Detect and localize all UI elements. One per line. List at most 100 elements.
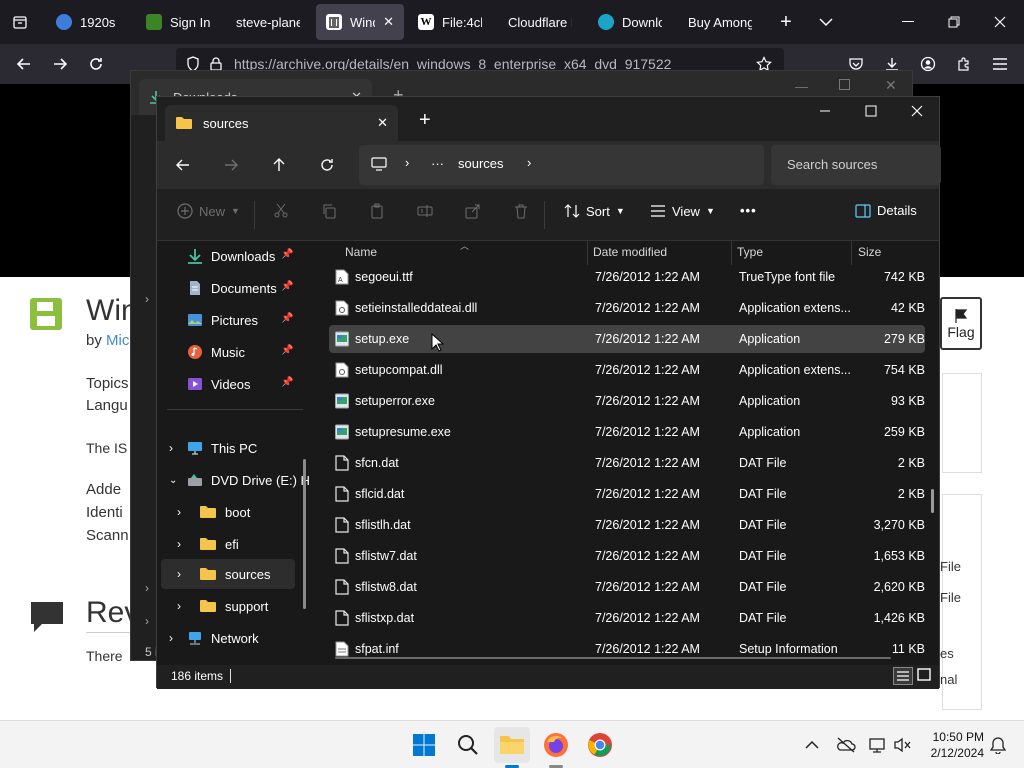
chevron-right-icon[interactable]: ›: [177, 505, 191, 519]
close-tab-icon[interactable]: ✕: [383, 14, 394, 30]
nav-item-network[interactable]: › Network: [169, 623, 315, 653]
refresh-icon[interactable]: [319, 157, 335, 173]
expand-chevron-icon[interactable]: ›: [145, 292, 149, 306]
clock[interactable]: 10:50 PM 2/12/2024: [920, 729, 984, 761]
column-header-name[interactable]: Name: [345, 245, 377, 259]
new-button[interactable]: New ▼: [177, 203, 240, 219]
column-separator[interactable]: [587, 241, 588, 265]
close-tab-icon[interactable]: ✕: [377, 115, 388, 131]
nav-item-documents[interactable]: Documents: [187, 273, 315, 303]
file-row[interactable]: setieinstalleddateai.dll 7/26/2012 1:22 A…: [329, 294, 925, 322]
chevron-right-icon[interactable]: ›: [177, 567, 191, 581]
file-link[interactable]: File: [940, 590, 961, 605]
browser-tab[interactable]: Buy Among: [678, 4, 762, 40]
paste-button[interactable]: [369, 203, 385, 219]
file-explorer-taskbar-button[interactable]: [494, 727, 530, 763]
new-tab-plus-icon[interactable]: +: [774, 10, 798, 34]
chevron-right-icon[interactable]: ›: [177, 537, 191, 551]
breadcrumb-overflow[interactable]: ···: [431, 156, 444, 171]
minimize-icon[interactable]: [896, 10, 920, 34]
copy-button[interactable]: [321, 203, 337, 219]
chevron-down-icon[interactable]: ⌄: [169, 475, 179, 486]
sort-button[interactable]: Sort ▼: [564, 203, 625, 219]
file-row[interactable]: Asegoeui.ttf 7/26/2012 1:22 AM TrueType fo…: [329, 263, 925, 291]
reload-icon[interactable]: [84, 52, 108, 76]
pin-icon[interactable]: 📌: [281, 345, 293, 356]
minimize-icon[interactable]: [819, 105, 831, 117]
close-window-icon[interactable]: ✕: [885, 77, 897, 94]
back-arrow-icon[interactable]: [175, 157, 191, 173]
list-all-tabs-chevron-icon[interactable]: [814, 10, 838, 34]
onedrive-offline-icon[interactable]: [830, 727, 862, 763]
close-window-icon[interactable]: [988, 10, 1012, 34]
explorer-tab-sources[interactable]: sources ✕: [165, 105, 398, 141]
rename-button[interactable]: [417, 203, 433, 219]
restore-icon[interactable]: [942, 10, 966, 34]
volume-muted-icon[interactable]: [888, 727, 916, 763]
pin-icon[interactable]: 📌: [281, 377, 293, 388]
file-row[interactable]: sflcid.dat 7/26/2012 1:22 AM DAT File 2 KB: [329, 480, 925, 508]
search-button[interactable]: [450, 727, 486, 763]
column-header-size[interactable]: Size: [858, 245, 881, 259]
column-separator[interactable]: [851, 241, 852, 265]
tab-manager-icon[interactable]: [8, 10, 32, 34]
file-list-scrollbar[interactable]: [931, 489, 934, 513]
share-button[interactable]: [465, 203, 481, 219]
file-link[interactable]: File: [940, 559, 961, 574]
file-row[interactable]: setupcompat.dll 7/26/2012 1:22 AM Applicat…: [329, 356, 925, 384]
details-pane-button[interactable]: Details: [855, 203, 917, 218]
maximize-icon[interactable]: [865, 105, 877, 117]
browser-tab[interactable]: Sign In d: [136, 4, 220, 40]
view-button[interactable]: View ▼: [650, 203, 715, 219]
details-view-toggle[interactable]: [893, 667, 913, 685]
search-input[interactable]: Search sources: [771, 145, 941, 185]
browser-tab[interactable]: 1920s Ro: [46, 4, 130, 40]
chrome-taskbar-button[interactable]: [582, 727, 618, 763]
breadcrumb-chevron-icon[interactable]: ›: [527, 155, 531, 170]
file-row[interactable]: sflistw8.dat 7/26/2012 1:22 AM DAT File 2,6…: [329, 573, 925, 601]
browser-tab[interactable]: W File:4cha: [408, 4, 492, 40]
extensions-icon[interactable]: [952, 52, 976, 76]
breadcrumb[interactable]: › ··· sources ›: [359, 145, 764, 185]
flag-button[interactable]: Flag: [940, 297, 982, 350]
more-options-button[interactable]: •••: [740, 203, 757, 218]
author-link[interactable]: Mic: [106, 332, 129, 349]
delete-button[interactable]: [513, 203, 529, 219]
minimize-icon[interactable]: —: [795, 79, 808, 94]
expand-chevron-icon[interactable]: ›: [145, 614, 149, 628]
account-icon[interactable]: [916, 52, 940, 76]
chevron-right-icon[interactable]: ›: [177, 599, 191, 613]
forward-arrow-icon[interactable]: [223, 157, 239, 173]
chevron-right-icon[interactable]: ›: [169, 631, 179, 645]
file-row[interactable]: sflistw7.dat 7/26/2012 1:22 AM DAT File 1,6…: [329, 542, 925, 570]
firefox-taskbar-button[interactable]: [538, 727, 574, 763]
column-header-date[interactable]: Date modified: [593, 245, 667, 259]
start-button[interactable]: [406, 727, 442, 763]
file-row[interactable]: setup.exe 7/26/2012 1:22 AM Application 279…: [329, 325, 925, 353]
browser-tab-active[interactable]: Windo ✕: [316, 4, 404, 40]
forward-arrow-icon[interactable]: [48, 52, 72, 76]
file-row[interactable]: setuperror.exe 7/26/2012 1:22 AM Applicati…: [329, 387, 925, 415]
file-row[interactable]: sflistxp.dat 7/26/2012 1:22 AM DAT File 1,4…: [329, 604, 925, 632]
large-icons-view-toggle[interactable]: [915, 667, 935, 685]
nav-item-videos[interactable]: Videos: [187, 369, 315, 399]
computer-icon[interactable]: [371, 157, 387, 171]
pin-icon[interactable]: 📌: [281, 281, 293, 292]
close-window-icon[interactable]: [911, 105, 923, 117]
file-row[interactable]: setupresume.exe 7/26/2012 1:22 AM Applicat…: [329, 418, 925, 446]
nav-item-pictures[interactable]: Pictures: [187, 305, 315, 335]
nav-item-dvd-drive[interactable]: ⌄ DVD Drive (E:) H: [169, 465, 315, 495]
nav-item-sources[interactable]: › sources: [161, 559, 295, 589]
nav-item-efi[interactable]: › efi: [177, 529, 315, 559]
notifications-bell-icon[interactable]: [984, 727, 1012, 763]
cut-button[interactable]: [273, 203, 289, 219]
nav-item-downloads[interactable]: Downloads: [187, 241, 315, 271]
expand-chevron-icon[interactable]: ›: [145, 581, 149, 595]
show-hidden-icons-chevron-icon[interactable]: [796, 727, 828, 763]
browser-tab[interactable]: Cloudflare R: [498, 4, 582, 40]
pin-icon[interactable]: 📌: [281, 249, 293, 260]
nav-item-music[interactable]: Music: [187, 337, 315, 367]
file-row[interactable]: sfcn.dat 7/26/2012 1:22 AM DAT File 2 KB: [329, 449, 925, 477]
column-separator[interactable]: [731, 241, 732, 265]
horizontal-scrollbar[interactable]: [335, 657, 891, 659]
